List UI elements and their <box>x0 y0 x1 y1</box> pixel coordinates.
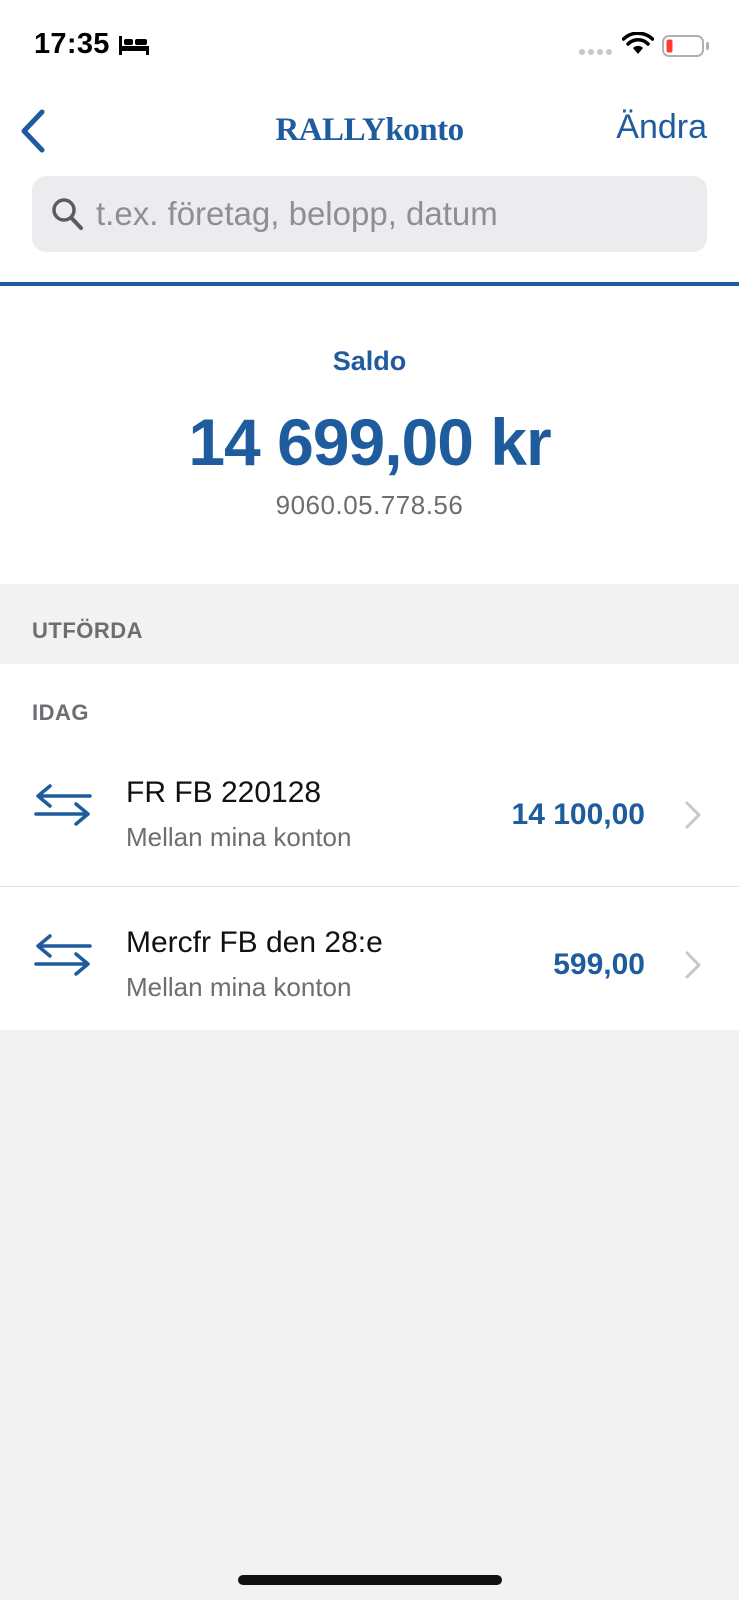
row-divider <box>0 886 739 887</box>
bed-icon <box>119 36 149 55</box>
signal-icon <box>579 49 612 55</box>
transaction-title: Mercfr FB den 28:e <box>126 926 383 959</box>
brand-title-rest: konto <box>385 112 464 148</box>
transaction-subtitle: Mellan mina konton <box>126 822 352 852</box>
status-bar: 17:35 <box>0 0 739 92</box>
transaction-amount: 599,00 <box>553 948 645 981</box>
home-indicator[interactable] <box>238 1575 502 1585</box>
transaction-row[interactable]: Mercfr FB den 28:e Mellan mina konton 59… <box>0 888 739 1030</box>
transaction-title: FR FB 220128 <box>126 776 322 809</box>
balance-amount: 14 699,00 kr <box>188 405 551 479</box>
balance-section: Saldo 14 699,00 kr 9060.05.778.56 <box>0 286 739 584</box>
account-number: 9060.05.778.56 <box>275 490 464 520</box>
section-title: UTFÖRDA <box>32 618 144 643</box>
date-group-title: IDAG <box>32 700 89 725</box>
section-header: UTFÖRDA <box>0 584 739 664</box>
battery-icon <box>662 35 709 57</box>
balance-label: Saldo <box>332 346 407 376</box>
screen: 17:35 RALLYkonto Ändra t.ex. företag, be… <box>0 0 739 1600</box>
transaction-subtitle: Mellan mina konton <box>126 972 352 1002</box>
transfer-arrows-icon <box>34 934 92 976</box>
chevron-right-icon <box>685 801 701 829</box>
transaction-list: IDAG FR FB 220128 Mellan mina konton 14 … <box>0 664 739 1030</box>
status-time: 17:35 <box>34 28 110 60</box>
brand-title-bold: RALLY <box>275 112 386 148</box>
navigation-header: RALLYkonto Ändra <box>0 92 739 282</box>
edit-button[interactable]: Ändra <box>616 108 707 147</box>
search-input[interactable] <box>96 176 696 252</box>
search-bar[interactable] <box>32 176 707 252</box>
transfer-arrows-icon <box>34 784 92 826</box>
transaction-amount: 14 100,00 <box>511 798 645 831</box>
transaction-row[interactable]: FR FB 220128 Mellan mina konton 14 100,0… <box>0 738 739 880</box>
search-icon <box>52 198 83 230</box>
chevron-right-icon <box>685 951 701 979</box>
wifi-icon <box>622 32 654 54</box>
